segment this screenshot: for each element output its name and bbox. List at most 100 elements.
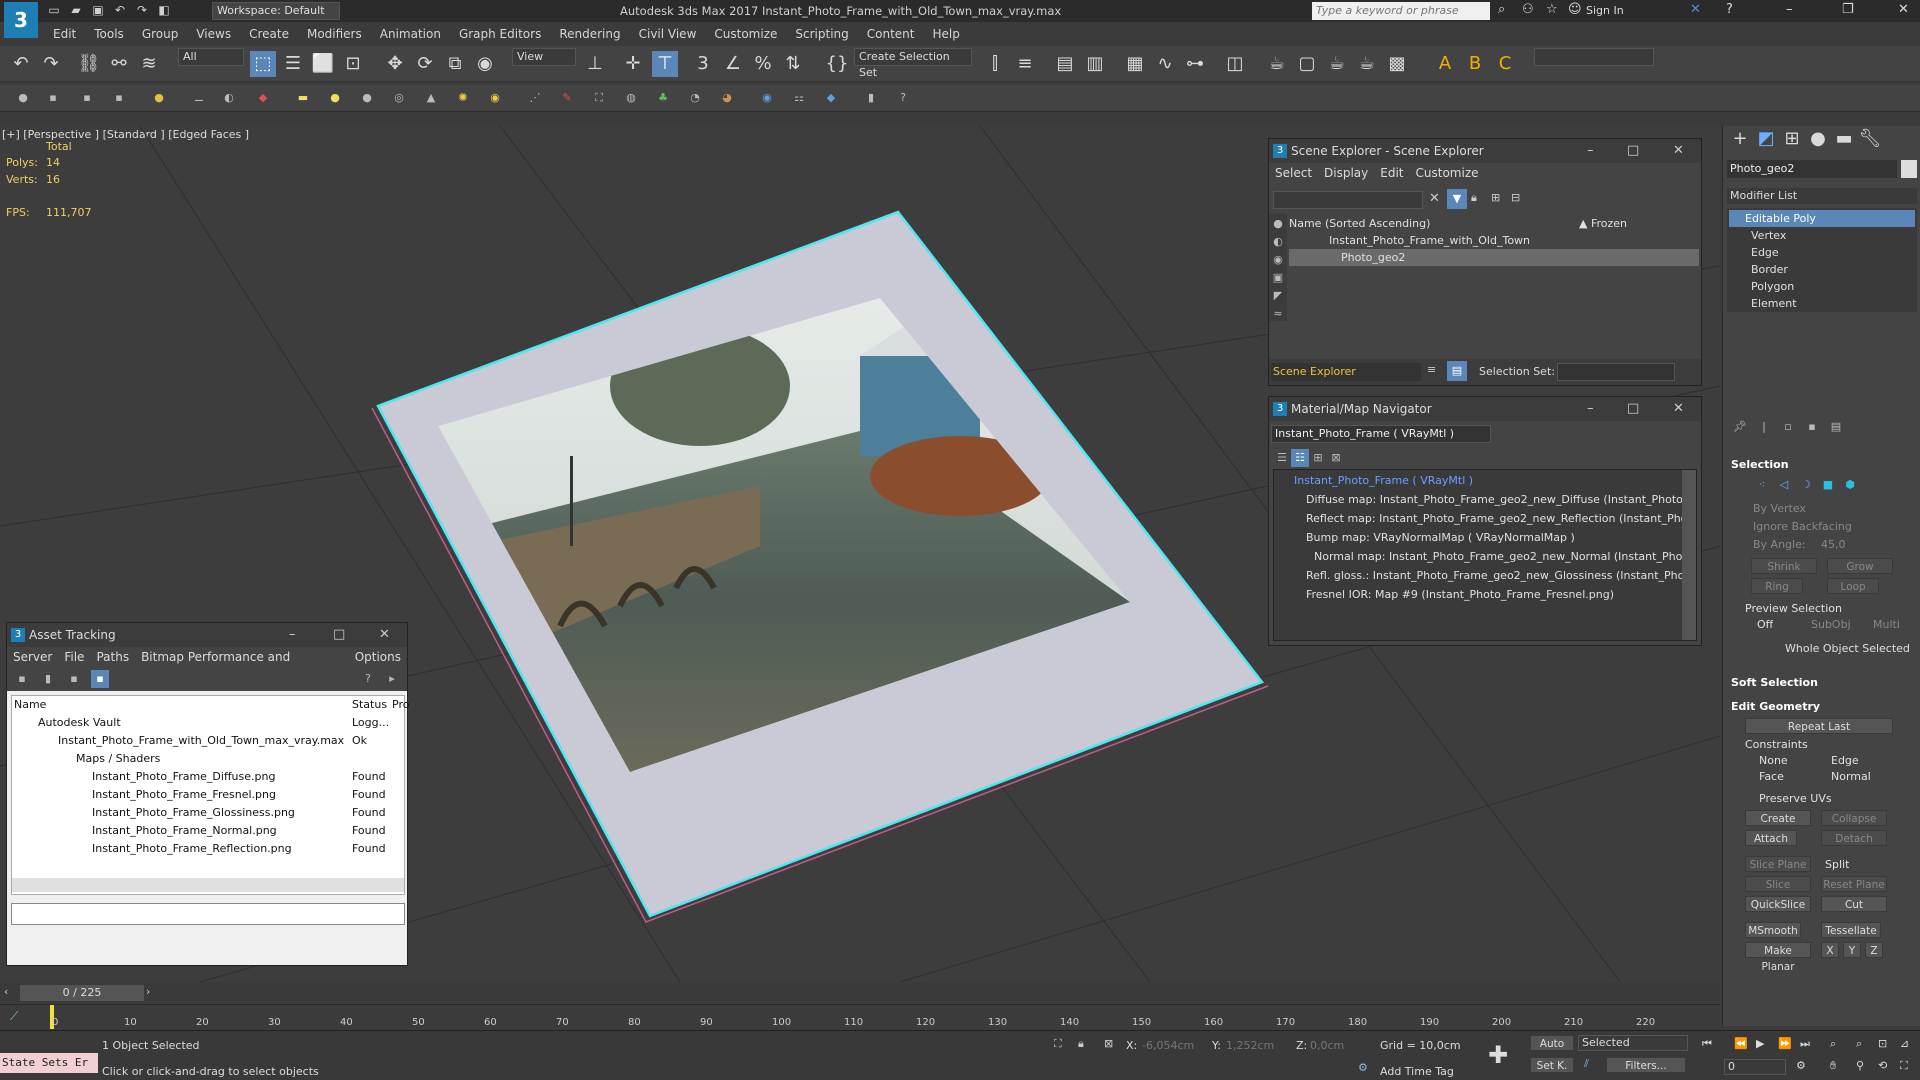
- search-input[interactable]: Type a keyword or phrase: [1312, 2, 1490, 20]
- sphere-icon[interactable]: ●: [358, 89, 376, 107]
- key-filter-dropdown[interactable]: Selected: [1578, 1035, 1688, 1051]
- display-geometry-icon[interactable]: ●: [1269, 215, 1287, 233]
- open-file-icon[interactable]: ▰: [68, 2, 84, 18]
- render-preset-dropdown[interactable]: [1534, 48, 1654, 66]
- checkout-icon[interactable]: ▮: [39, 670, 57, 688]
- key-mode-icon[interactable]: ✚: [1488, 1041, 1508, 1069]
- menu-views[interactable]: Views: [187, 24, 240, 44]
- create-tab-icon[interactable]: +: [1727, 126, 1753, 152]
- make-planar-button[interactable]: Make Planar: [1745, 942, 1811, 973]
- remove-modifier-icon[interactable]: ▪: [1803, 418, 1821, 436]
- user-icon[interactable]: ☺: [1568, 2, 1582, 17]
- view-small-icons-icon[interactable]: ⊞: [1309, 449, 1327, 467]
- play-icon[interactable]: ▶: [1756, 1037, 1764, 1050]
- help-icon[interactable]: ?: [1726, 2, 1733, 17]
- material-name-field[interactable]: Instant_Photo_Frame ( VRayMtl ): [1271, 425, 1491, 443]
- ribbon-toggle-icon[interactable]: ▦: [1122, 51, 1148, 77]
- column-header-name[interactable]: Name: [14, 696, 46, 713]
- schematic-view-icon[interactable]: ⊶: [1182, 51, 1208, 77]
- menu-select[interactable]: Select: [1269, 163, 1318, 183]
- snap-toggle-icon[interactable]: 3: [690, 51, 716, 77]
- create-button[interactable]: Create: [1745, 810, 1811, 826]
- preview-multi-radio[interactable]: Multi: [1873, 616, 1900, 633]
- explorer-name-field[interactable]: Scene Explorer: [1271, 363, 1421, 381]
- constraint-edge-radio[interactable]: Edge: [1831, 752, 1859, 769]
- workspace-dropdown[interactable]: Workspace: Default: [212, 2, 340, 20]
- map-diffuse[interactable]: Diffuse map: Instant_Photo_Frame_geo2_ne…: [1306, 491, 1686, 508]
- map-bump[interactable]: Bump map: VRayNormalMap ( VRayNormalMap …: [1306, 529, 1686, 546]
- close-icon[interactable]: ✕: [379, 623, 390, 647]
- stack-polygon[interactable]: Polygon: [1751, 278, 1794, 295]
- zoom-extents-icon[interactable]: ⊡: [1878, 1037, 1887, 1050]
- curve-editor-icon[interactable]: ∿: [1152, 51, 1178, 77]
- asset-row-name[interactable]: Autodesk Vault: [38, 714, 121, 731]
- cone-icon[interactable]: ▲: [422, 89, 440, 107]
- time-tag-icon[interactable]: ⚙: [1358, 1061, 1368, 1074]
- attach-button[interactable]: Attach: [1745, 830, 1797, 846]
- make-unique-icon[interactable]: ▫: [1779, 418, 1797, 436]
- selection-filter-dropdown[interactable]: All: [178, 48, 244, 66]
- preserve-uvs-checkbox[interactable]: Preserve UVs: [1759, 790, 1832, 807]
- menu-group[interactable]: Group: [133, 24, 188, 44]
- next-frame-icon[interactable]: ⏩: [1778, 1037, 1792, 1050]
- hierarchy-icon[interactable]: ⊞: [1491, 191, 1500, 204]
- select-by-name-icon[interactable]: ☰: [280, 51, 306, 77]
- layers-icon[interactable]: ≡: [1427, 363, 1436, 376]
- menu-animation[interactable]: Animation: [371, 24, 450, 44]
- ribbon-icon-8[interactable]: ◆: [254, 89, 272, 107]
- filter-icon[interactable]: ▼: [1447, 189, 1467, 209]
- clear-search-icon[interactable]: ✕: [1429, 191, 1440, 206]
- sun-icon[interactable]: ✺: [454, 89, 472, 107]
- menu-customize[interactable]: Customize: [1410, 163, 1485, 183]
- rotate-icon[interactable]: ⟳: [412, 51, 438, 77]
- menu-paths[interactable]: Paths: [90, 647, 135, 667]
- asset-row-name[interactable]: Maps / Shaders: [76, 750, 160, 767]
- menu-scripting[interactable]: Scripting: [786, 24, 857, 44]
- repeat-last-button[interactable]: Repeat Last: [1745, 718, 1893, 734]
- link-icon[interactable]: ⛓: [76, 51, 102, 77]
- ignore-backfacing-checkbox[interactable]: Ignore Backfacing: [1753, 518, 1852, 535]
- detach-button[interactable]: Detach: [1821, 830, 1887, 846]
- pan-icon[interactable]: ✋︎: [1830, 1059, 1836, 1073]
- by-angle-checkbox[interactable]: By Angle:: [1753, 536, 1806, 553]
- maxscript-listener[interactable]: State Sets Er: [0, 1053, 98, 1073]
- cut-button[interactable]: Cut: [1821, 896, 1887, 912]
- ring-button[interactable]: Ring: [1751, 578, 1803, 594]
- mirror-icon[interactable]: ⫿: [982, 51, 1008, 77]
- menu-content[interactable]: Content: [858, 24, 924, 44]
- align-icon[interactable]: ≡: [1012, 51, 1038, 77]
- selection-set-icon[interactable]: ▤: [1447, 361, 1467, 381]
- menu-display[interactable]: Display: [1318, 163, 1374, 183]
- zoom-icon[interactable]: ⌕: [1830, 1037, 1836, 1051]
- tree-row-scene-root[interactable]: Instant_Photo_Frame_with_Old_Town: [1289, 232, 1699, 249]
- sign-in-button[interactable]: Sign In: [1586, 4, 1624, 17]
- utilities-tab-icon[interactable]: 🔧︎: [1857, 126, 1883, 152]
- asset-row-name[interactable]: Instant_Photo_Frame_Glossiness.png: [92, 804, 295, 821]
- menu-tools[interactable]: Tools: [85, 24, 133, 44]
- restore-icon[interactable]: ❐: [1842, 2, 1854, 17]
- redo-icon[interactable]: ↷: [134, 2, 150, 18]
- menu-graph-editors[interactable]: Graph Editors: [450, 24, 550, 44]
- absolute-mode-icon[interactable]: ⊠: [1104, 1037, 1113, 1050]
- column-header-pro[interactable]: Pro: [392, 696, 409, 713]
- unlink-icon[interactable]: ⚯: [106, 51, 132, 77]
- split-checkbox[interactable]: Split: [1825, 856, 1849, 873]
- display-warps-icon[interactable]: ≈: [1269, 305, 1287, 323]
- walkthrough-icon[interactable]: ⚲: [1856, 1059, 1864, 1072]
- ribbon-icon-23[interactable]: ⚏: [790, 89, 808, 107]
- display-tab-icon[interactable]: ▬: [1831, 126, 1857, 152]
- refresh-icon[interactable]: ▪: [65, 670, 83, 688]
- quickslice-button[interactable]: QuickSlice: [1745, 896, 1811, 912]
- redo-icon[interactable]: ↷: [38, 51, 64, 77]
- modifier-list-dropdown[interactable]: Modifier List: [1727, 188, 1917, 204]
- make-planar-z-button[interactable]: Z: [1865, 942, 1883, 958]
- close-icon[interactable]: ✕: [1898, 2, 1909, 17]
- edit-named-selection-icon[interactable]: {}: [824, 51, 850, 77]
- shrink-button[interactable]: Shrink: [1751, 558, 1817, 574]
- display-shapes-icon[interactable]: ◐: [1269, 233, 1287, 251]
- menu-bitmap-performance[interactable]: Bitmap Performance and Memory: [135, 647, 349, 684]
- ribbon-icon-6[interactable]: ⚊: [190, 89, 208, 107]
- rendered-frame-window-icon[interactable]: ▢: [1294, 51, 1320, 77]
- sphere-primitive-icon[interactable]: ●: [326, 89, 344, 107]
- lock-icon[interactable]: 🔒︎: [1471, 191, 1477, 205]
